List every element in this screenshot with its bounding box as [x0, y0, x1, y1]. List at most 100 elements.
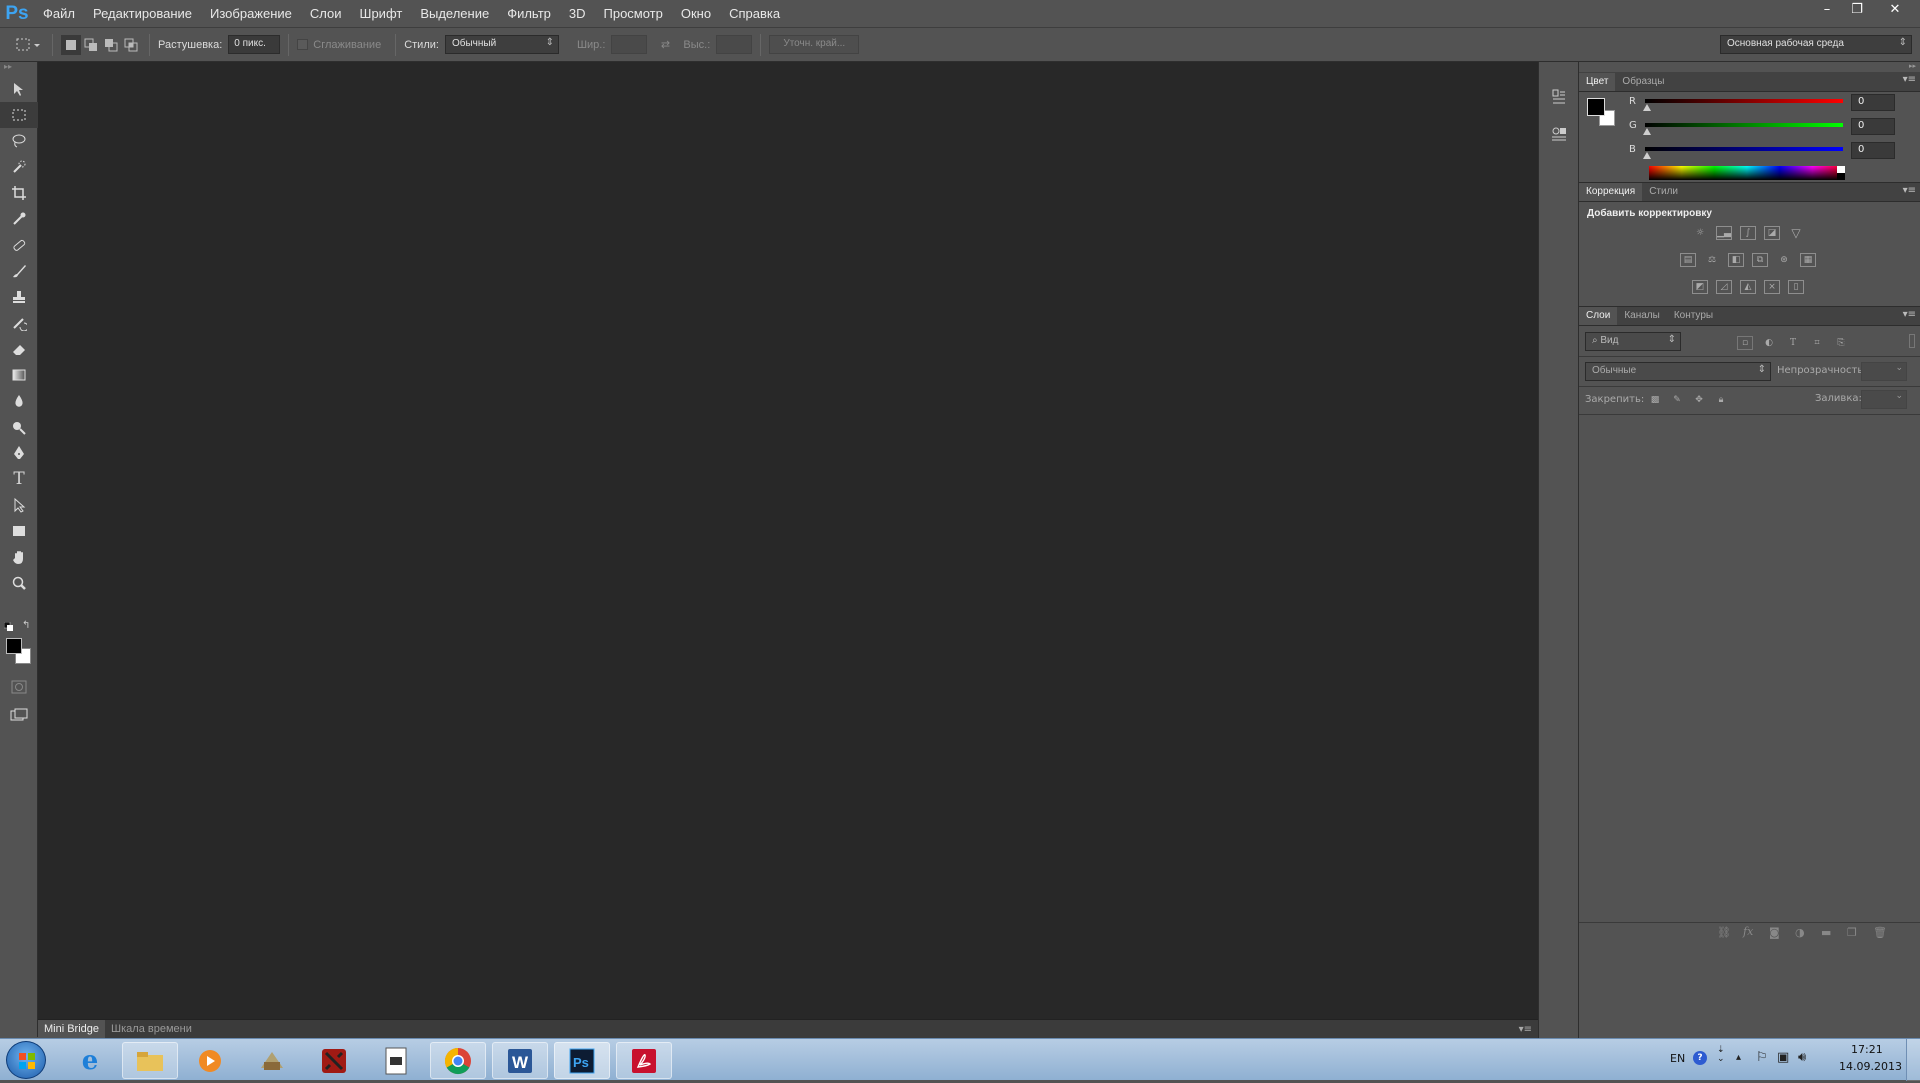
lock-pixels-icon[interactable]: ✎	[1669, 393, 1685, 407]
document-workspace[interactable]	[38, 62, 1538, 1019]
crop-tool-icon[interactable]	[0, 180, 38, 206]
foreground-color-swatch[interactable]	[1587, 98, 1605, 116]
quick-mask-icon[interactable]	[0, 674, 38, 700]
channel-g-input[interactable]: 0	[1851, 118, 1895, 135]
quick-selection-tool-icon[interactable]	[0, 154, 38, 180]
zoom-tool-icon[interactable]	[0, 570, 38, 596]
collapse-toolbar-icon[interactable]: ▸▸	[0, 62, 37, 76]
menu-help[interactable]: Справка	[720, 0, 789, 28]
tab-layers[interactable]: Слои	[1579, 307, 1618, 325]
brush-tool-icon[interactable]	[0, 258, 38, 284]
gradient-map-icon[interactable]: ⨯	[1764, 280, 1780, 294]
tab-mini-bridge[interactable]: Mini Bridge	[38, 1019, 106, 1039]
volume-icon[interactable]: 🔊︎	[1798, 1050, 1806, 1065]
black-swatch[interactable]	[1837, 173, 1845, 180]
channel-mixer-icon[interactable]: ⊛	[1776, 253, 1792, 267]
filter-toggle[interactable]	[1909, 334, 1915, 348]
color-spectrum-ramp[interactable]	[1649, 166, 1845, 180]
brightness-contrast-icon[interactable]: ☼	[1692, 226, 1708, 240]
menu-edit[interactable]: Редактирование	[84, 0, 201, 28]
delete-layer-icon[interactable]: 🗑︎	[1873, 926, 1887, 939]
add-mask-icon[interactable]: ◙	[1769, 926, 1780, 939]
chrome-icon[interactable]	[430, 1042, 486, 1079]
restore-button[interactable]: ❐	[1844, 0, 1870, 18]
clone-stamp-tool-icon[interactable]	[0, 284, 38, 310]
clock-date[interactable]: 14.09.2013	[1839, 1060, 1902, 1073]
hand-tool-icon[interactable]	[0, 544, 38, 570]
acrobat-icon[interactable]	[616, 1042, 672, 1079]
menu-select[interactable]: Выделение	[411, 0, 498, 28]
intersect-selection-icon[interactable]	[121, 35, 141, 55]
vibrance-icon[interactable]: ▽	[1788, 226, 1804, 240]
screen-mode-icon[interactable]	[0, 702, 38, 728]
pen-tool-icon[interactable]	[0, 440, 38, 466]
rectangle-tool-icon[interactable]	[0, 518, 38, 544]
game-launcher-icon[interactable]	[244, 1042, 300, 1079]
menu-filter[interactable]: Фильтр	[498, 0, 560, 28]
channel-b-thumb[interactable]	[1643, 152, 1651, 159]
new-adjustment-icon[interactable]: ◑	[1795, 926, 1805, 939]
gradient-tool-icon[interactable]	[0, 362, 38, 388]
marquee-tool-icon[interactable]	[0, 102, 38, 128]
channel-r-input[interactable]: 0	[1851, 94, 1895, 111]
eraser-tool-icon[interactable]	[0, 336, 38, 362]
selective-color-icon[interactable]: ▯	[1788, 280, 1804, 294]
subtract-selection-icon[interactable]	[101, 35, 121, 55]
internet-explorer-icon[interactable]: e	[62, 1042, 118, 1079]
file-explorer-icon[interactable]	[122, 1042, 178, 1079]
foreground-color-swatch[interactable]	[6, 638, 22, 654]
minimize-button[interactable]: –	[1814, 0, 1840, 18]
tab-color[interactable]: Цвет	[1579, 73, 1616, 91]
channel-b-slider[interactable]	[1645, 147, 1843, 151]
hue-saturation-icon[interactable]: ▤	[1680, 253, 1696, 267]
language-indicator[interactable]: EN	[1670, 1052, 1685, 1065]
link-layers-icon[interactable]: ⛓	[1717, 926, 1731, 939]
channel-g-thumb[interactable]	[1643, 128, 1651, 135]
menu-view[interactable]: Просмотр	[595, 0, 672, 28]
filter-smart-object-icon[interactable]: ⎘	[1833, 336, 1849, 350]
path-selection-tool-icon[interactable]	[0, 492, 38, 518]
menu-layers[interactable]: Слои	[301, 0, 351, 28]
word-icon[interactable]: W	[492, 1042, 548, 1079]
clock-time[interactable]: 17:21	[1851, 1043, 1883, 1056]
pin-icon[interactable]: ⇣ ⌄	[1717, 1046, 1725, 1064]
filter-adjustment-icon[interactable]: ◐	[1761, 336, 1777, 350]
filter-pixel-icon[interactable]: ▫	[1737, 336, 1753, 350]
history-brush-tool-icon[interactable]	[0, 310, 38, 336]
photoshop-icon[interactable]: Ps	[554, 1042, 610, 1079]
fill-input[interactable]: ⌄	[1861, 390, 1907, 409]
type-tool-icon[interactable]: T	[0, 466, 38, 492]
menu-type[interactable]: Шрифт	[351, 0, 412, 28]
white-swatch[interactable]	[1837, 166, 1845, 173]
new-selection-icon[interactable]	[61, 34, 81, 55]
workspace-dropdown[interactable]: Основная рабочая среда	[1720, 35, 1912, 54]
panel-menu-icon[interactable]: ▾≡	[1519, 1024, 1532, 1035]
style-dropdown[interactable]: Обычный	[444, 35, 559, 54]
marquee-preset-icon[interactable]	[10, 35, 44, 55]
exposure-icon[interactable]: ◪	[1764, 226, 1780, 240]
filter-type-icon[interactable]: T	[1785, 336, 1801, 350]
properties-panel-icon[interactable]	[1545, 120, 1573, 148]
height-input[interactable]	[716, 35, 753, 54]
feather-input[interactable]: 0 пикс.	[228, 35, 281, 54]
threshold-icon[interactable]: ◭	[1740, 280, 1756, 294]
help-icon[interactable]: ?	[1693, 1051, 1707, 1065]
menu-3d[interactable]: 3D	[560, 0, 595, 28]
curves-icon[interactable]: ∫	[1740, 226, 1756, 240]
tab-swatches[interactable]: Образцы	[1615, 73, 1671, 91]
history-panel-icon[interactable]	[1545, 84, 1573, 112]
panel-menu-icon[interactable]: ▾≡	[1903, 185, 1916, 196]
refine-edge-button[interactable]: Уточн. край...	[769, 35, 860, 54]
lock-position-icon[interactable]: ✥	[1691, 393, 1707, 407]
levels-icon[interactable]: ▁▃	[1716, 226, 1732, 240]
tab-channels[interactable]: Каналы	[1617, 307, 1667, 325]
menu-image[interactable]: Изображение	[201, 0, 301, 28]
layer-style-icon[interactable]: fx	[1743, 925, 1753, 938]
close-button[interactable]: ✕	[1880, 0, 1910, 18]
eyedropper-tool-icon[interactable]	[0, 206, 38, 232]
tab-adjustments[interactable]: Коррекция	[1579, 183, 1643, 201]
width-input[interactable]	[611, 35, 648, 54]
lasso-tool-icon[interactable]	[0, 128, 38, 154]
network-icon[interactable]: ▣	[1777, 1050, 1789, 1065]
panel-menu-icon[interactable]: ▾≡	[1903, 74, 1916, 85]
